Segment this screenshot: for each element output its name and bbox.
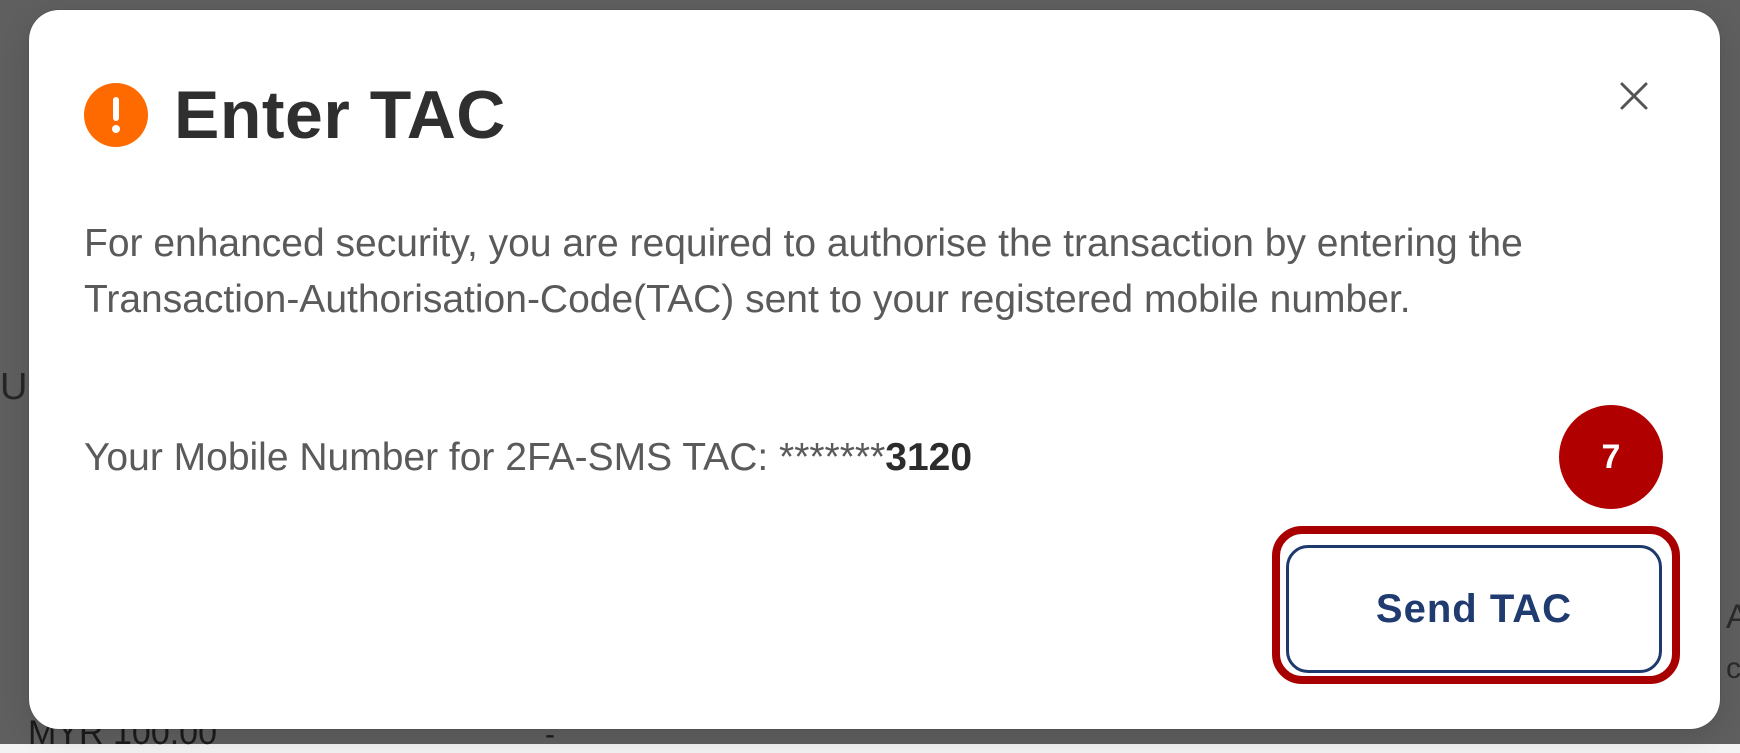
- modal-header: Enter TAC: [84, 70, 506, 160]
- send-tac-button[interactable]: Send TAC: [1286, 545, 1662, 673]
- close-button[interactable]: [1606, 70, 1662, 126]
- modal-description: For enhanced security, you are required …: [84, 222, 1523, 321]
- close-icon: [1616, 78, 1652, 119]
- mobile-number-line: Your Mobile Number for 2FA-SMS TAC: ****…: [84, 430, 972, 486]
- background-partial-text: U: [0, 366, 28, 408]
- warning-icon: [84, 83, 148, 147]
- background-right-text-c: c: [1726, 652, 1740, 685]
- background-right-text-a: A: [1726, 598, 1740, 636]
- step-number-badge: 7: [1559, 405, 1663, 509]
- mobile-number-suffix: 3120: [885, 436, 973, 479]
- mobile-number-label: Your Mobile Number for 2FA-SMS TAC: ****…: [84, 436, 886, 479]
- modal-title: Enter TAC: [174, 77, 506, 153]
